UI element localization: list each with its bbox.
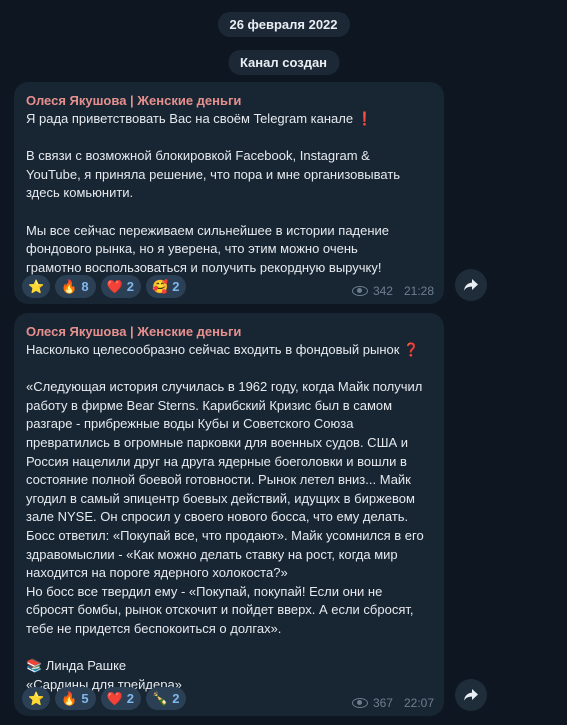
message-line: здравомыслии - «Как можно делать ставку … [26,546,398,562]
reactions-bar: ⭐ 🔥 5 ❤️ 2 🍾 2 [22,687,187,710]
message-line: превратились в огромные парковки для вое… [26,434,409,450]
forward-button[interactable] [455,269,487,301]
message-line: разгаре - прибрежные воды Кубы и Советск… [26,416,354,432]
channel-created-notice: Канал создан [227,50,340,75]
message-author[interactable]: Олеся Якушова | Женские деньги [26,322,434,341]
message-line: Россия нацелили друг на друга ядерные бо… [26,453,407,469]
reaction-count: 5 [81,691,89,706]
reaction-emoji-icon: 🥰 [152,279,169,294]
views-icon [351,698,368,708]
forward-icon [464,689,478,701]
message-line: сбросят бомбы, рынок отскочит и пойдет в… [26,602,414,618]
message-meta: 367 22:07 [351,696,434,710]
reaction-button[interactable]: ❤️ 2 [100,687,142,710]
message-bubble[interactable]: Олеся Якушова | Женские деньги Насколько… [14,313,444,716]
message-line: Мы все сейчас переживаем сильнейшее в ис… [26,222,390,238]
message-author[interactable]: Олеся Якушова | Женские деньги [26,91,434,110]
message-line: тебе не придется беспокоиться о долгах». [26,620,282,636]
message-line: В связи с возможной блокировкой Facebook… [26,148,370,164]
reaction-count: 2 [172,279,180,294]
forward-button[interactable] [455,679,487,711]
views-count: 342 [372,284,393,298]
message-text: Насколько целесообразно сейчас входить в… [26,341,434,694]
reaction-count: 8 [81,279,89,294]
reaction-emoji-icon: 🔥 [61,279,78,294]
reaction-button[interactable]: 🍾 2 [146,687,187,710]
message-line: YouTube, я приняла решение, что пора и м… [26,166,401,182]
reaction-button[interactable]: ⭐ [22,275,51,298]
message-time: 21:28 [403,284,434,298]
reaction-button[interactable]: 🥰 2 [146,275,187,298]
message-line [26,203,434,222]
message-text: Я рада приветствовать Вас на своём Teleg… [26,110,434,277]
reaction-button[interactable]: ❤️ 2 [100,275,142,298]
reaction-emoji-icon: ⭐ [28,279,45,294]
message-time: 22:07 [403,696,434,710]
reaction-emoji-icon: ⭐ [28,691,45,706]
message-line: Но босс все твердил ему - «Покупай, поку… [26,583,383,599]
views-count: 367 [372,696,393,710]
message-line [26,129,434,148]
message-line: Босс ответил: «Покупай все, что продают»… [26,527,424,543]
reaction-emoji-icon: 🍾 [152,691,169,706]
reaction-button[interactable]: ⭐ [22,687,51,710]
message-line: здесь комьюнити. [26,185,134,201]
forward-icon [464,279,478,291]
reaction-button[interactable]: 🔥 8 [55,275,96,298]
message-line: фондового рынка, но я уверена, что этим … [26,241,358,257]
reaction-emoji-icon: 🔥 [61,691,78,706]
reaction-button[interactable]: 🔥 5 [55,687,96,710]
reaction-count: 2 [126,279,135,294]
exclamation-icon: ❗ [353,111,373,126]
reaction-count: 2 [126,691,135,706]
reaction-count: 2 [172,691,180,706]
message-line [26,360,434,379]
views-icon [351,286,368,296]
reaction-emoji-icon: ❤️ [106,691,123,706]
reactions-bar: ⭐ 🔥 8 ❤️ 2 🥰 2 [22,275,187,298]
message-line-wrap: Насколько целесообразно сейчас входить в… [26,341,434,360]
message-meta: 342 21:28 [351,284,434,298]
message-line-wrap: Я рада приветствовать Вас на своём Teleg… [26,110,434,129]
message-line: находится на пороге ядерного холокоста?» [26,565,288,581]
message-line: 📚 Линда Рашке [26,658,127,674]
reaction-emoji-icon: ❤️ [106,279,123,294]
message-line: Насколько целесообразно сейчас входить в… [26,342,400,357]
message-line: Я рада приветствовать Вас на своём Teleg… [26,111,354,126]
message-bubble[interactable]: Олеся Якушова | Женские деньги Я рада пр… [14,82,444,304]
message-line: угодил в самый эпицентр боевых действий,… [26,490,415,506]
message-line: зале NYSE. Он спросил у своего нового бо… [26,509,409,525]
date-separator: 26 февраля 2022 [217,12,350,37]
exclamation-icon: ❓ [399,342,420,357]
message-line: состояние полной боевой готовности. Рыно… [26,472,411,488]
message-line: работу в фирме Bear Sterns. Карибский Кр… [26,397,393,413]
message-line [26,639,434,658]
message-line: «Следующая история случилась в 1962 году… [26,379,423,395]
